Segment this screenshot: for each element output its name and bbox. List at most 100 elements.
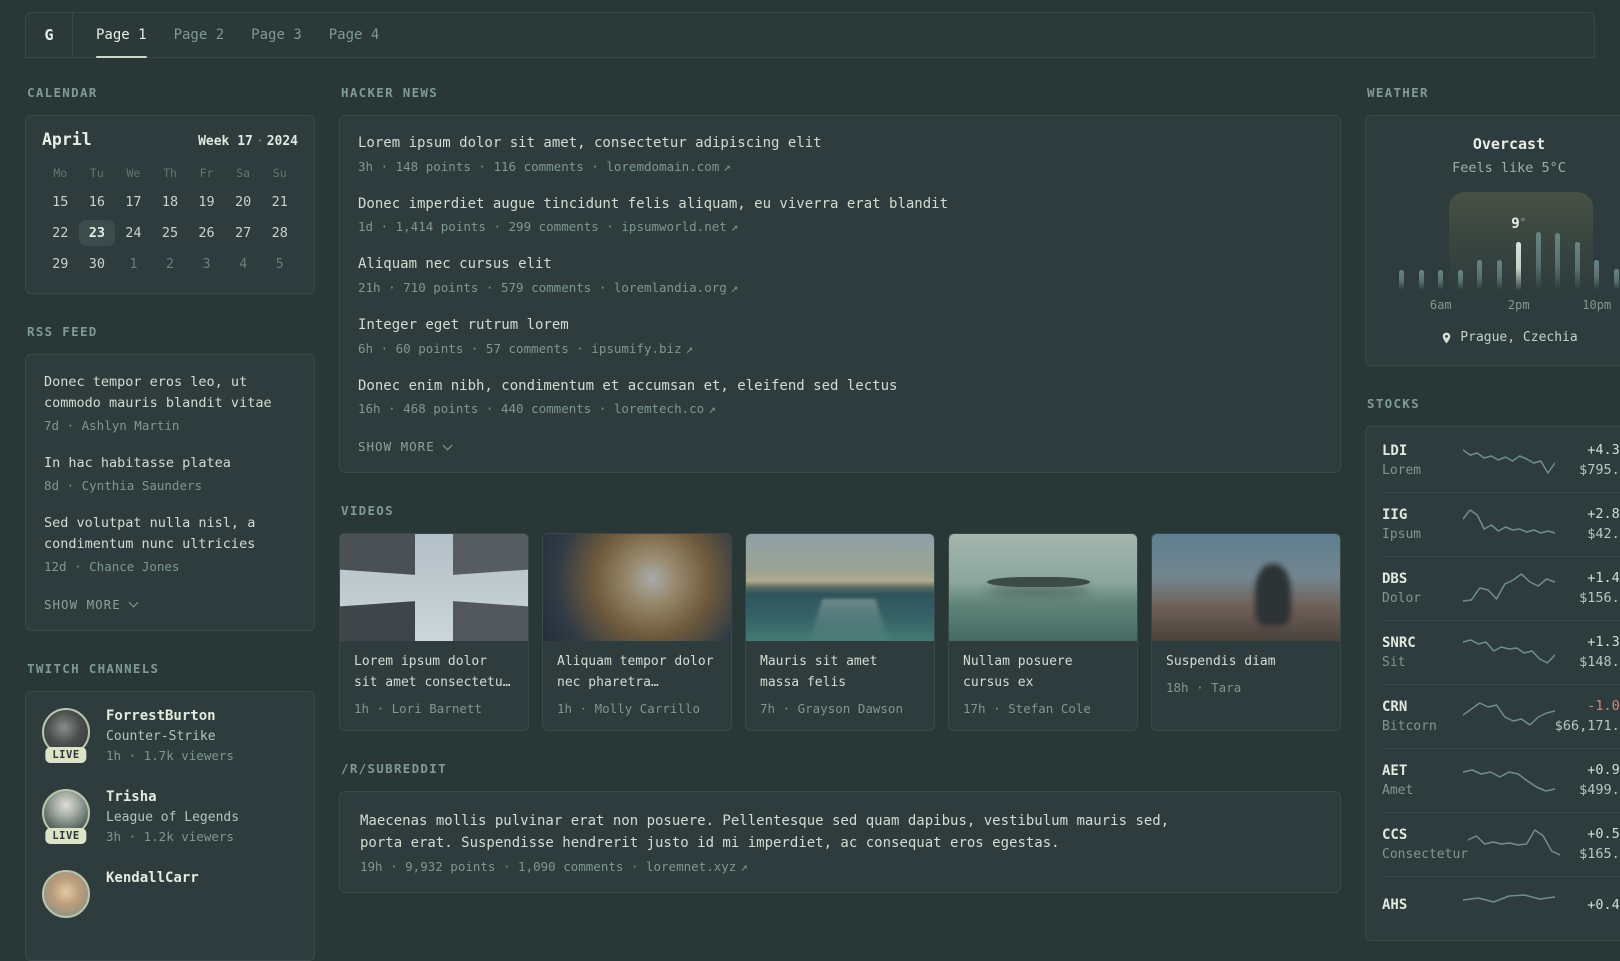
video-thumbnail[interactable] <box>340 534 528 641</box>
calendar-day: 2 <box>152 251 189 277</box>
video-title[interactable]: Lorem ipsum dolor sit amet consectetu… <box>354 652 514 694</box>
weekday-label: Tu <box>79 166 116 180</box>
video-thumbnail[interactable] <box>949 534 1137 641</box>
reddit-post-stats: 19h · 9,932 points · 1,090 comments · <box>360 859 646 874</box>
hn-item-domain-link[interactable]: loremtech.co <box>614 401 704 416</box>
rss-item-meta: 12d · Chance Jones <box>44 559 296 574</box>
app-logo[interactable]: G <box>26 13 73 57</box>
weather-bar <box>1438 270 1443 290</box>
stock-symbol: AET <box>1382 763 1463 779</box>
stock-sparkline <box>1463 571 1555 605</box>
stock-row[interactable]: CRN Bitcorn -1.00% $66,171.48 <box>1382 684 1620 748</box>
video-title[interactable]: Suspendis diam <box>1166 652 1326 673</box>
stock-row[interactable]: AET Amet +0.92% $499.72 <box>1382 748 1620 812</box>
stock-sparkline <box>1463 890 1555 924</box>
stock-price: $66,171.48 <box>1555 718 1620 734</box>
reddit-post-domain-link[interactable]: loremnet.xyz <box>646 859 736 874</box>
video-card[interactable]: Mauris sit amet massa felis 7h · Grayson… <box>745 533 935 731</box>
calendar-day: 27 <box>225 220 262 246</box>
stock-change: +1.36% <box>1555 634 1620 650</box>
tab-page-1[interactable]: Page 1 <box>96 13 147 57</box>
hn-item-domain-link[interactable]: loremlandia.org <box>614 280 727 295</box>
stock-row[interactable]: CCS Consectetur +0.51% $165.84 <box>1382 812 1620 876</box>
stock-row[interactable]: LDI Lorem +4.35% $795.18 <box>1382 429 1620 492</box>
rss-item-title[interactable]: Donec tempor eros leo, ut commodo mauris… <box>44 372 296 414</box>
hn-item-domain-link[interactable]: ipsumworld.net <box>621 219 726 234</box>
stock-row[interactable]: AHS +0.46% <box>1382 876 1620 938</box>
video-card[interactable]: Suspendis diam 18h · Tara <box>1151 533 1341 731</box>
weather-bar-slot <box>1548 200 1568 290</box>
external-link-icon: ↗ <box>686 341 694 356</box>
video-meta: 1h · Molly Carrillo <box>557 701 717 716</box>
stock-price: $499.72 <box>1555 782 1620 798</box>
hackernews-section: HACKER NEWS Lorem ipsum dolor sit amet, … <box>339 85 1341 473</box>
stock-change: +1.42% <box>1555 570 1620 586</box>
video-meta: 18h · Tara <box>1166 680 1326 695</box>
twitch-channel: LIVE Trisha League of Legends 3h · 1.2k … <box>42 789 298 844</box>
weather-bar <box>1575 242 1580 290</box>
avatar[interactable] <box>42 870 90 918</box>
hn-item-stats: 16h · 468 points · 440 comments · <box>358 401 614 416</box>
stock-row[interactable]: SNRC Sit +1.36% $148.64 <box>1382 620 1620 684</box>
calendar-day: 25 <box>152 220 189 246</box>
weather-condition: Overcast <box>1382 135 1620 153</box>
stock-right: +1.36% $148.64 <box>1555 634 1620 670</box>
channel-name[interactable]: Trisha <box>106 789 239 805</box>
weekday-label: Fr <box>188 166 225 180</box>
video-card[interactable]: Lorem ipsum dolor sit amet consectetu… 1… <box>339 533 529 731</box>
weather-bar <box>1594 260 1599 290</box>
weather-location-row: Prague, Czechia <box>1382 330 1620 345</box>
rss-section: RSS FEED Donec tempor eros leo, ut commo… <box>25 324 315 631</box>
hn-item-title[interactable]: Donec enim nibh, condimentum et accumsan… <box>358 376 1322 398</box>
hn-item-title[interactable]: Lorem ipsum dolor sit amet, consectetur … <box>358 133 1322 155</box>
weather-bar-slot <box>1470 200 1490 290</box>
video-card[interactable]: Nullam posuere cursus ex 17h · Stefan Co… <box>948 533 1138 731</box>
calendar-week-year: Week 17·2024 <box>198 134 298 149</box>
calendar-day: 4 <box>225 251 262 277</box>
channel-info: ForrestBurton Counter-Strike 1h · 1.7k v… <box>106 708 234 763</box>
video-title[interactable]: Aliquam tempor dolor nec pharetra… <box>557 652 717 694</box>
tab-page-4[interactable]: Page 4 <box>329 13 380 57</box>
stock-right: +0.46% <box>1555 897 1620 917</box>
video-thumbnail[interactable] <box>543 534 731 641</box>
calendar-month: April <box>42 130 92 149</box>
stock-right: +0.51% $165.84 <box>1560 826 1620 862</box>
reddit-post-title[interactable]: Maecenas mollis pulvinar erat non posuer… <box>360 810 1210 855</box>
show-more-label: SHOW MORE <box>44 597 121 612</box>
video-thumbnail[interactable] <box>1152 534 1340 641</box>
video-title[interactable]: Nullam posuere cursus ex <box>963 652 1123 694</box>
tab-page-2[interactable]: Page 2 <box>174 13 225 57</box>
hn-item-title[interactable]: Integer eget rutrum lorem <box>358 315 1322 337</box>
calendar-section: CALENDAR April Week 17·2024 Mo Tu We Th … <box>25 85 315 294</box>
stock-row[interactable]: DBS Dolor +1.42% $156.28 <box>1382 556 1620 620</box>
hn-item: Aliquam nec cursus elit 21h · 710 points… <box>358 254 1322 295</box>
channel-info: Trisha League of Legends 3h · 1.2k viewe… <box>106 789 239 844</box>
stock-right: +4.35% $795.18 <box>1555 442 1620 478</box>
hn-item-domain-link[interactable]: loremdomain.com <box>606 159 719 174</box>
rss-item-title[interactable]: Sed volutpat nulla nisl, a condimentum n… <box>44 513 296 555</box>
tab-page-3[interactable]: Page 3 <box>251 13 302 57</box>
channel-name[interactable]: KendallCarr <box>106 870 199 886</box>
weekday-label: Su <box>261 166 298 180</box>
weekday-label: We <box>115 166 152 180</box>
weather-bar <box>1516 242 1521 290</box>
rss-item-title[interactable]: In hac habitasse platea <box>44 453 296 474</box>
video-card[interactable]: Aliquam tempor dolor nec pharetra… 1h · … <box>542 533 732 731</box>
channel-name[interactable]: ForrestBurton <box>106 708 234 724</box>
weather-bar <box>1497 260 1502 290</box>
video-thumbnail[interactable] <box>746 534 934 641</box>
hn-item-domain-link[interactable]: ipsumify.biz <box>591 341 681 356</box>
stock-row[interactable]: IIG Ipsum +2.84% $42.04 <box>1382 492 1620 556</box>
stock-name: Sit <box>1382 655 1463 670</box>
video-card-body: Lorem ipsum dolor sit amet consectetu… 1… <box>340 641 528 730</box>
top-navigation: G Page 1 Page 2 Page 3 Page 4 <box>25 12 1595 58</box>
hn-item-title[interactable]: Donec imperdiet augue tincidunt felis al… <box>358 194 1322 216</box>
video-title[interactable]: Mauris sit amet massa felis <box>760 652 920 694</box>
hn-item-title[interactable]: Aliquam nec cursus elit <box>358 254 1322 276</box>
hn-show-more-button[interactable]: SHOW MORE <box>358 439 451 454</box>
weekday-label: Th <box>152 166 189 180</box>
weather-bar-chart: 9° <box>1392 200 1620 290</box>
rss-show-more-button[interactable]: SHOW MORE <box>44 597 137 612</box>
stock-sparkline <box>1463 507 1555 541</box>
hn-item: Integer eget rutrum lorem 6h · 60 points… <box>358 315 1322 356</box>
